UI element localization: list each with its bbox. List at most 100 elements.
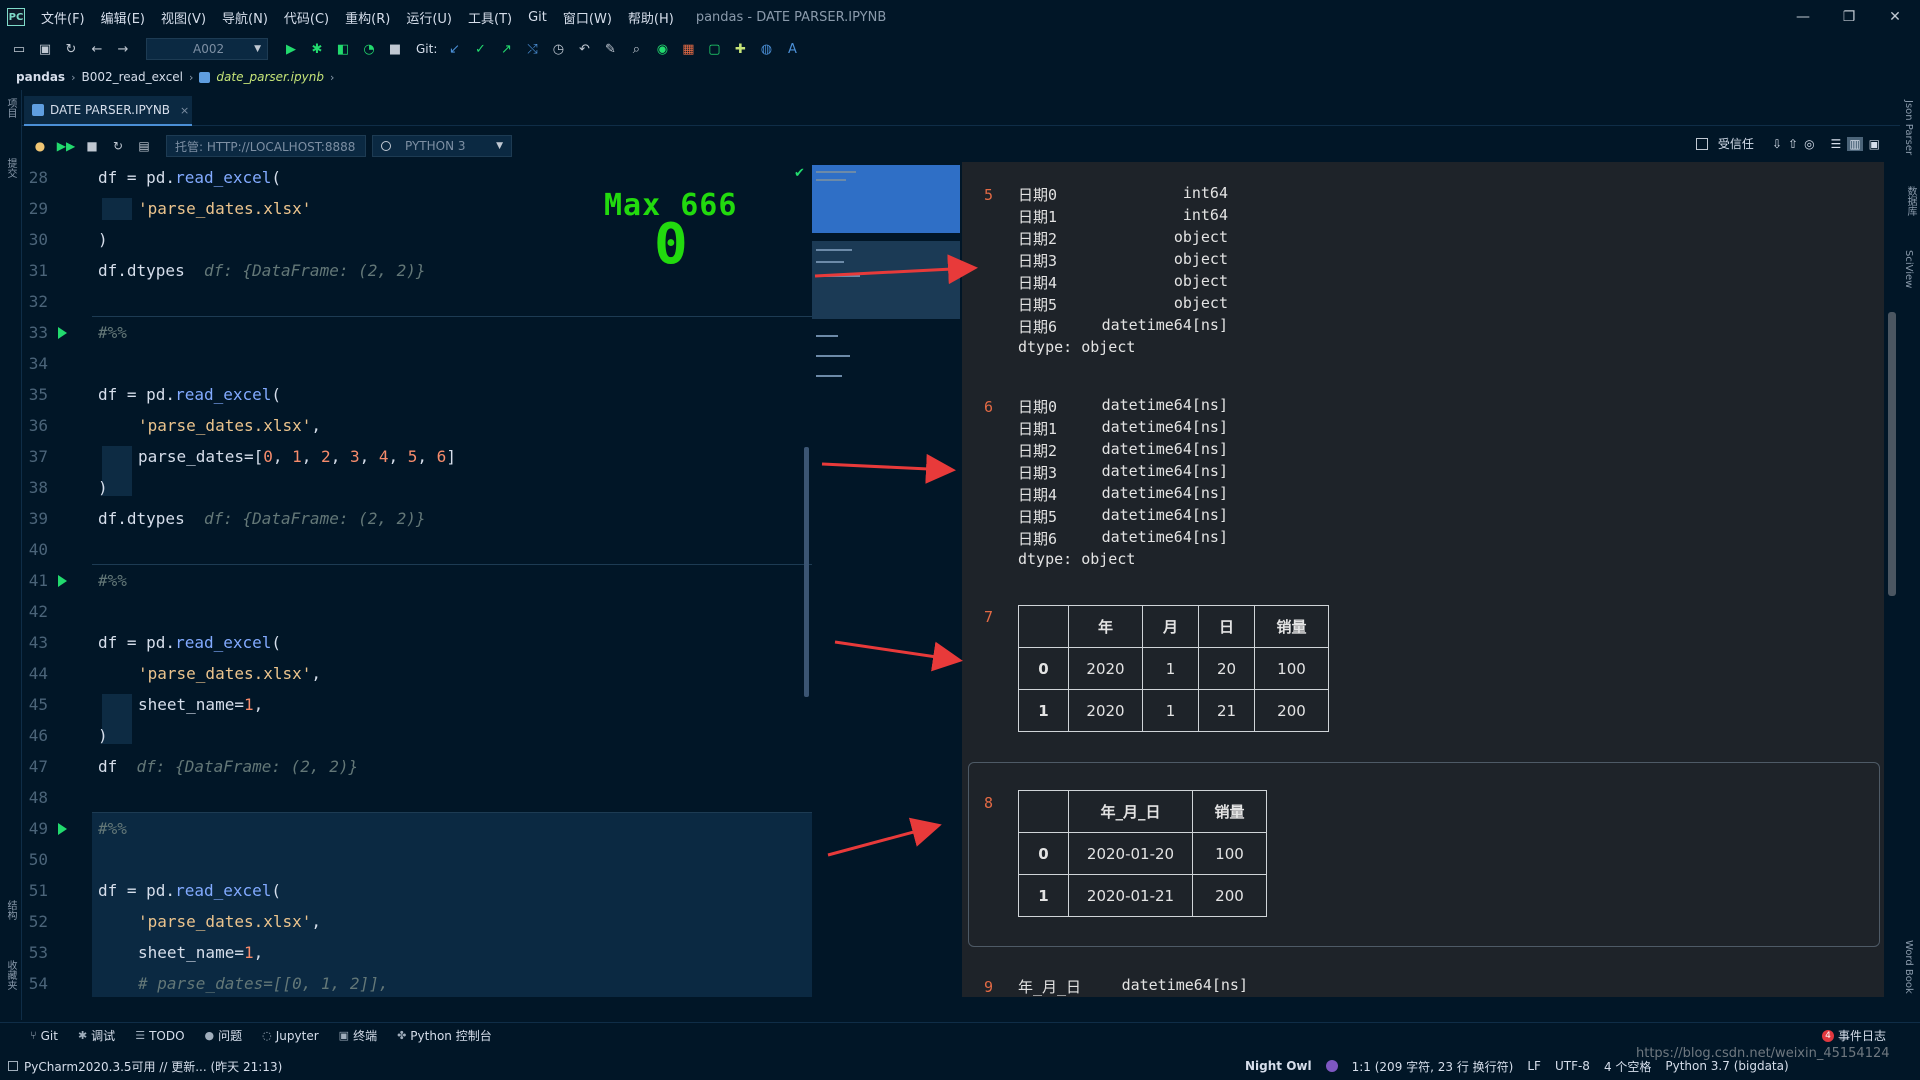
stop-kernel-icon[interactable]: ■ xyxy=(82,136,102,156)
coverage-icon[interactable]: ◧ xyxy=(332,38,354,60)
editor-only-icon[interactable]: ☰ xyxy=(1831,137,1842,151)
panel-toggle-icon[interactable] xyxy=(8,1061,18,1071)
close-icon[interactable]: × xyxy=(180,104,189,117)
server-select[interactable]: 托管: HTTP://LOCALHOST:8888 xyxy=(166,135,366,157)
git-merge-icon[interactable]: ⤭ xyxy=(521,38,543,60)
git-commit-icon[interactable]: ✓ xyxy=(469,38,491,60)
favorites-tool-tab[interactable]: 收藏夹 xyxy=(3,960,18,990)
cell-marker: #%% xyxy=(98,571,127,590)
tab-terminal[interactable]: ▣ 终端 xyxy=(339,1027,377,1044)
json-parser-tool-tab[interactable]: Json Parser xyxy=(1903,100,1914,155)
history-icon[interactable]: ◷ xyxy=(547,38,569,60)
run-all-icon[interactable]: ▶▶ xyxy=(56,136,76,156)
line-number: 50 xyxy=(28,850,48,869)
tab-python-console[interactable]: ✤ Python 控制台 xyxy=(397,1027,492,1044)
output-scrollbar[interactable] xyxy=(1888,312,1896,596)
run-cell-icon[interactable] xyxy=(58,823,67,835)
run-config-select[interactable]: A002 ▼ xyxy=(146,38,268,60)
sync-icon[interactable]: ↻ xyxy=(60,38,82,60)
split-view-icon[interactable]: ▥ xyxy=(1847,136,1863,151)
structure-icon[interactable]: ▦ xyxy=(677,38,699,60)
tab-debug[interactable]: ✱ 调试 xyxy=(78,1027,115,1044)
lightbulb-icon[interactable]: ● xyxy=(30,136,50,156)
search-icon[interactable]: ⌕ xyxy=(625,38,647,60)
event-log-button[interactable]: 4 事件日志 xyxy=(1821,1027,1886,1044)
menu-navigate[interactable]: 导航(N) xyxy=(214,8,276,27)
plugin-icon[interactable]: ✚ xyxy=(729,38,751,60)
python-interpreter[interactable]: Python 3.7 (bigdata) xyxy=(1665,1059,1788,1073)
menu-view[interactable]: 视图(V) xyxy=(153,8,214,27)
code-area[interactable]: df = pd.read_excel( 'parse_dates.xlsx' )… xyxy=(92,162,812,997)
back-icon[interactable]: ← xyxy=(86,38,108,60)
commit-tool-tab[interactable]: 提交 xyxy=(3,158,18,178)
minimize-button[interactable]: — xyxy=(1780,0,1826,34)
wordbook-tool-tab[interactable]: Word Book xyxy=(1903,940,1914,994)
update-notice[interactable]: PyCharm2020.3.5可用 // 更新... (昨天 21:13) xyxy=(24,1058,282,1075)
git-update-icon[interactable]: ↙ xyxy=(443,38,465,60)
diagram-icon[interactable]: ▢ xyxy=(703,38,725,60)
tab-git[interactable]: ⑂ Git xyxy=(30,1029,58,1043)
move-up-icon[interactable]: ⇧ xyxy=(1788,137,1798,151)
menu-help[interactable]: 帮助(H) xyxy=(620,8,682,27)
move-down-icon[interactable]: ⇩ xyxy=(1772,137,1782,151)
cursor-position[interactable]: 1:1 (209 字符, 23 行 换行符) xyxy=(1352,1058,1514,1075)
inspect-icon[interactable]: ◉ xyxy=(651,38,673,60)
project-tool-tab[interactable]: 项目 xyxy=(3,98,18,118)
run-cell-icon[interactable] xyxy=(58,575,67,587)
cell-separator xyxy=(92,564,812,565)
run-icon[interactable]: ▶ xyxy=(280,38,302,60)
menu-code[interactable]: 代码(C) xyxy=(276,8,337,27)
preview-icon[interactable]: ◎ xyxy=(1804,137,1814,151)
kernel-select[interactable]: PYTHON 3 ▼ xyxy=(372,135,512,157)
breadcrumb-folder[interactable]: B002_read_excel xyxy=(81,70,183,84)
restore-button[interactable]: ❐ xyxy=(1826,0,1872,34)
menu-git[interactable]: Git xyxy=(520,10,555,25)
code-editor[interactable]: 28 29 30 31 32 33 34 35 36 37 38 39 40 4… xyxy=(22,162,812,997)
rollback-icon[interactable]: ↶ xyxy=(573,38,595,60)
tab-todo[interactable]: ☰ TODO xyxy=(135,1029,184,1043)
file-encoding[interactable]: UTF-8 xyxy=(1555,1059,1590,1073)
variables-icon[interactable]: ▤ xyxy=(134,136,154,156)
run-cell-icon[interactable] xyxy=(58,327,67,339)
menu-tools[interactable]: 工具(T) xyxy=(460,8,520,27)
sciview-tool-tab[interactable]: SciView xyxy=(1903,250,1914,288)
menu-window[interactable]: 窗口(W) xyxy=(555,8,620,27)
open-folder-icon[interactable]: ▭ xyxy=(8,38,30,60)
tab-date-parser[interactable]: DATE PARSER.IPYNB × xyxy=(24,96,192,126)
translate-icon[interactable]: A xyxy=(781,38,803,60)
close-window-button[interactable]: ✕ xyxy=(1872,0,1918,34)
dtype-key: 日期1 xyxy=(1018,420,1058,438)
git-push-icon[interactable]: ↗ xyxy=(495,38,517,60)
save-icon[interactable]: ▣ xyxy=(34,38,56,60)
restart-kernel-icon[interactable]: ↻ xyxy=(108,136,128,156)
wrench-icon[interactable]: ✎ xyxy=(599,38,621,60)
line-number: 30 xyxy=(28,230,48,249)
tab-jupyter[interactable]: ◌ Jupyter xyxy=(262,1029,319,1043)
editor-scrollbar[interactable] xyxy=(804,447,809,697)
menu-file[interactable]: 文件(F) xyxy=(33,8,93,27)
menu-refactor[interactable]: 重构(R) xyxy=(337,8,398,27)
line-separator[interactable]: LF xyxy=(1527,1059,1541,1073)
line-number: 37 xyxy=(28,447,48,466)
trusted-label: 受信任 xyxy=(1717,137,1754,151)
debug-icon[interactable]: ✱ xyxy=(306,38,328,60)
tab-problems[interactable]: ● 问题 xyxy=(205,1027,243,1044)
forward-icon[interactable]: → xyxy=(112,38,134,60)
breadcrumb-file[interactable]: date_parser.ipynb xyxy=(216,70,324,84)
dtype-key: 日期6 xyxy=(1018,530,1058,548)
theme-name[interactable]: Night Owl xyxy=(1245,1059,1312,1073)
cell-marker: #%% xyxy=(98,323,127,342)
breadcrumb-project[interactable]: pandas xyxy=(16,70,65,84)
menu-edit[interactable]: 编辑(E) xyxy=(93,8,153,27)
database-icon[interactable]: ◍ xyxy=(755,38,777,60)
code-line: 'parse_dates.xlsx', xyxy=(138,416,321,435)
minimap[interactable] xyxy=(812,165,960,400)
structure-tool-tab[interactable]: 结构 xyxy=(3,900,18,920)
stop-icon[interactable]: ■ xyxy=(384,38,406,60)
bottom-tool-tabs: ⑂ Git ✱ 调试 ☰ TODO ● 问题 ◌ Jupyter ▣ 终端 ✤ Python … xyxy=(0,1022,1920,1048)
database-tool-tab[interactable]: 数据库 xyxy=(1903,186,1918,216)
trusted-checkbox[interactable] xyxy=(1695,137,1708,150)
profile-icon[interactable]: ◔ xyxy=(358,38,380,60)
preview-only-icon[interactable]: ▣ xyxy=(1869,137,1880,151)
menu-run[interactable]: 运行(U) xyxy=(398,8,460,27)
